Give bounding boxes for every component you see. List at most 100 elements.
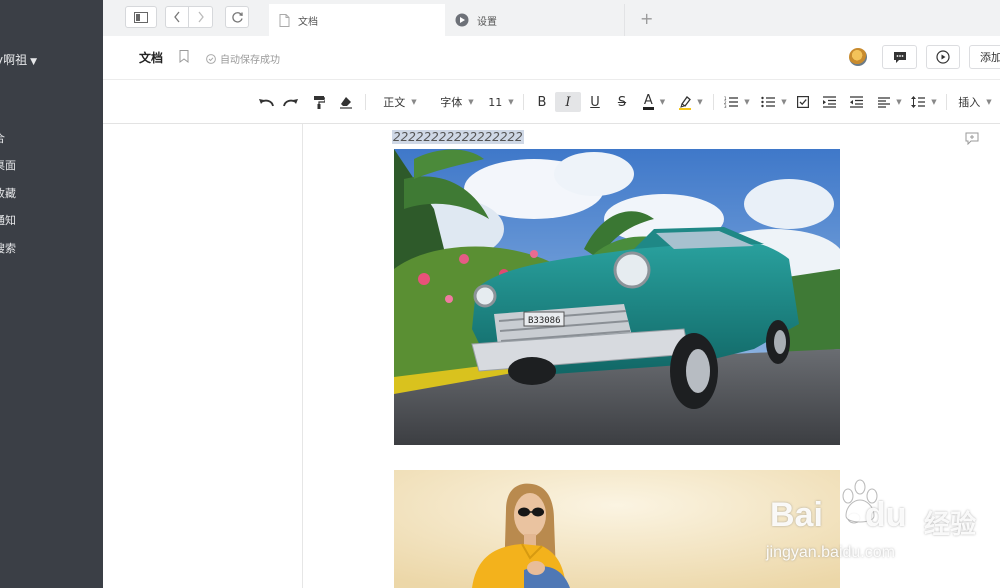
- bold-button[interactable]: B: [532, 92, 552, 112]
- redo-button[interactable]: [281, 92, 301, 112]
- bookmark-icon[interactable]: [179, 50, 189, 66]
- sidebar-item-favorites[interactable]: 收藏: [0, 185, 16, 201]
- caret-down-icon: ▼: [781, 98, 787, 106]
- chevron-left-icon: [174, 11, 180, 23]
- indent-icon: [822, 96, 836, 108]
- font-family-select[interactable]: 字体 ▼: [435, 92, 479, 112]
- new-tab-button[interactable]: +: [640, 9, 653, 28]
- caret-down-icon: ▼: [697, 98, 703, 106]
- font-family-value: 字体: [440, 96, 463, 109]
- underline-button[interactable]: U: [585, 92, 605, 112]
- comment-icon: [893, 51, 906, 63]
- formatting-toolbar: 正文 ▼ 字体 ▼ 11 ▼ B I U S A ▼ ▼ 1 2 3 ▼ ▼ ▼…: [103, 80, 1000, 124]
- caret-down-icon: ▼: [468, 98, 474, 106]
- caret-down-icon: ▼: [896, 98, 902, 106]
- tab-label: 设置: [477, 16, 497, 28]
- outline-panel: [103, 124, 303, 588]
- toggle-sidebar-button[interactable]: [125, 6, 157, 28]
- watermark-brand-part2: du: [864, 496, 907, 534]
- clear-format-button[interactable]: [336, 92, 356, 112]
- redo-icon: [283, 99, 298, 107]
- format-painter-button[interactable]: [309, 92, 329, 112]
- checklist-button[interactable]: [794, 92, 812, 112]
- toolbar-divider: [946, 94, 947, 110]
- watermark-url: jingyan.baidu.com: [766, 544, 895, 561]
- add-comment-icon[interactable]: [965, 132, 979, 148]
- selected-text[interactable]: 22222222222222222: [392, 130, 524, 144]
- tab-document[interactable]: 文档: [269, 4, 445, 36]
- caret-down-icon: ▼: [744, 98, 750, 106]
- document-icon: [279, 13, 290, 27]
- add-button[interactable]: 添加: [969, 45, 1000, 69]
- user-menu[interactable]: y啊祖▼: [0, 51, 37, 68]
- app-window: y啊祖▼ 合 桌面 收藏 通知 搜索 文档 设: [0, 0, 1000, 588]
- chevron-down-icon: ▼: [30, 57, 38, 67]
- car-photo-illustration: B33086: [394, 149, 840, 445]
- check-circle-icon: [206, 53, 216, 64]
- caret-down-icon: ▼: [508, 98, 514, 106]
- bullet-list-button[interactable]: ▼: [758, 92, 790, 112]
- svg-text:B33086: B33086: [528, 316, 561, 326]
- back-button[interactable]: [165, 6, 189, 28]
- font-size-value: 11: [488, 95, 503, 109]
- sidebar-item-desktop[interactable]: 桌面: [0, 157, 16, 173]
- highlighter-icon: [679, 95, 692, 110]
- font-color-label: A: [642, 93, 654, 110]
- insert-menu-button[interactable]: 插入 ▼: [955, 92, 995, 112]
- indent-button[interactable]: [820, 92, 838, 112]
- save-status: 自动保存成功: [206, 51, 280, 66]
- sidebar-item-1[interactable]: 合: [0, 130, 5, 146]
- undo-icon: [259, 99, 274, 107]
- tab-label: 文档: [298, 16, 318, 28]
- italic-button[interactable]: I: [555, 92, 581, 112]
- paragraph-style-select[interactable]: 正文 ▼: [378, 92, 422, 112]
- avatar[interactable]: [849, 48, 867, 66]
- present-button[interactable]: [926, 45, 960, 69]
- watermark-product: 经验: [924, 510, 977, 540]
- toolbar-divider: [365, 94, 366, 110]
- car-photo[interactable]: B33086: [394, 149, 840, 445]
- sidebar-item-notifications[interactable]: 通知: [0, 212, 16, 228]
- settings-icon: [455, 13, 469, 27]
- svg-text:3: 3: [724, 104, 727, 108]
- sidebar-layout-icon: [134, 11, 148, 23]
- refresh-icon: [231, 11, 243, 23]
- chevron-right-icon: [197, 11, 204, 23]
- paragraph-style-value: 正文: [383, 96, 406, 109]
- ordered-list-icon: 123: [724, 96, 739, 108]
- highlight-button[interactable]: ▼: [676, 92, 706, 112]
- tab-settings[interactable]: 设置: [445, 4, 625, 36]
- line-spacing-icon: [911, 96, 926, 108]
- sidebar-item-search[interactable]: 搜索: [0, 240, 16, 256]
- outdent-button[interactable]: [847, 92, 865, 112]
- tab-bar: 文档 设置 +: [103, 0, 1000, 36]
- save-status-text: 自动保存成功: [220, 55, 280, 66]
- bullet-list-icon: [761, 96, 776, 108]
- strikethrough-button[interactable]: S: [612, 92, 632, 112]
- font-color-button[interactable]: A ▼: [639, 92, 669, 112]
- caret-down-icon: ▼: [411, 98, 417, 106]
- caret-down-icon: ▼: [986, 98, 992, 106]
- caret-down-icon: ▼: [659, 98, 666, 106]
- paint-roller-icon: [314, 96, 325, 109]
- toolbar-divider: [523, 94, 524, 110]
- undo-button[interactable]: [256, 92, 276, 112]
- refresh-button[interactable]: [225, 6, 249, 28]
- forward-button[interactable]: [189, 6, 213, 28]
- document-header: 文档 自动保存成功 添加: [103, 36, 1000, 80]
- line-spacing-button[interactable]: ▼: [909, 92, 939, 112]
- eraser-icon: [340, 96, 352, 109]
- checkbox-icon: [797, 96, 809, 108]
- watermark-brand: Bai du: [770, 496, 906, 535]
- font-size-select[interactable]: 11 ▼: [487, 92, 515, 112]
- caret-down-icon: ▼: [931, 98, 937, 106]
- toolbar-divider: [713, 94, 714, 110]
- outdent-icon: [849, 96, 863, 108]
- user-name: y啊祖: [0, 53, 28, 67]
- document-title[interactable]: 文档: [139, 49, 163, 66]
- ordered-list-button[interactable]: 1 2 3 ▼: [721, 92, 753, 112]
- insert-label: 插入: [958, 96, 981, 109]
- left-sidebar: y啊祖▼ 合 桌面 收藏 通知 搜索: [0, 0, 103, 588]
- align-button[interactable]: ▼: [875, 92, 905, 112]
- comments-button[interactable]: [882, 45, 917, 69]
